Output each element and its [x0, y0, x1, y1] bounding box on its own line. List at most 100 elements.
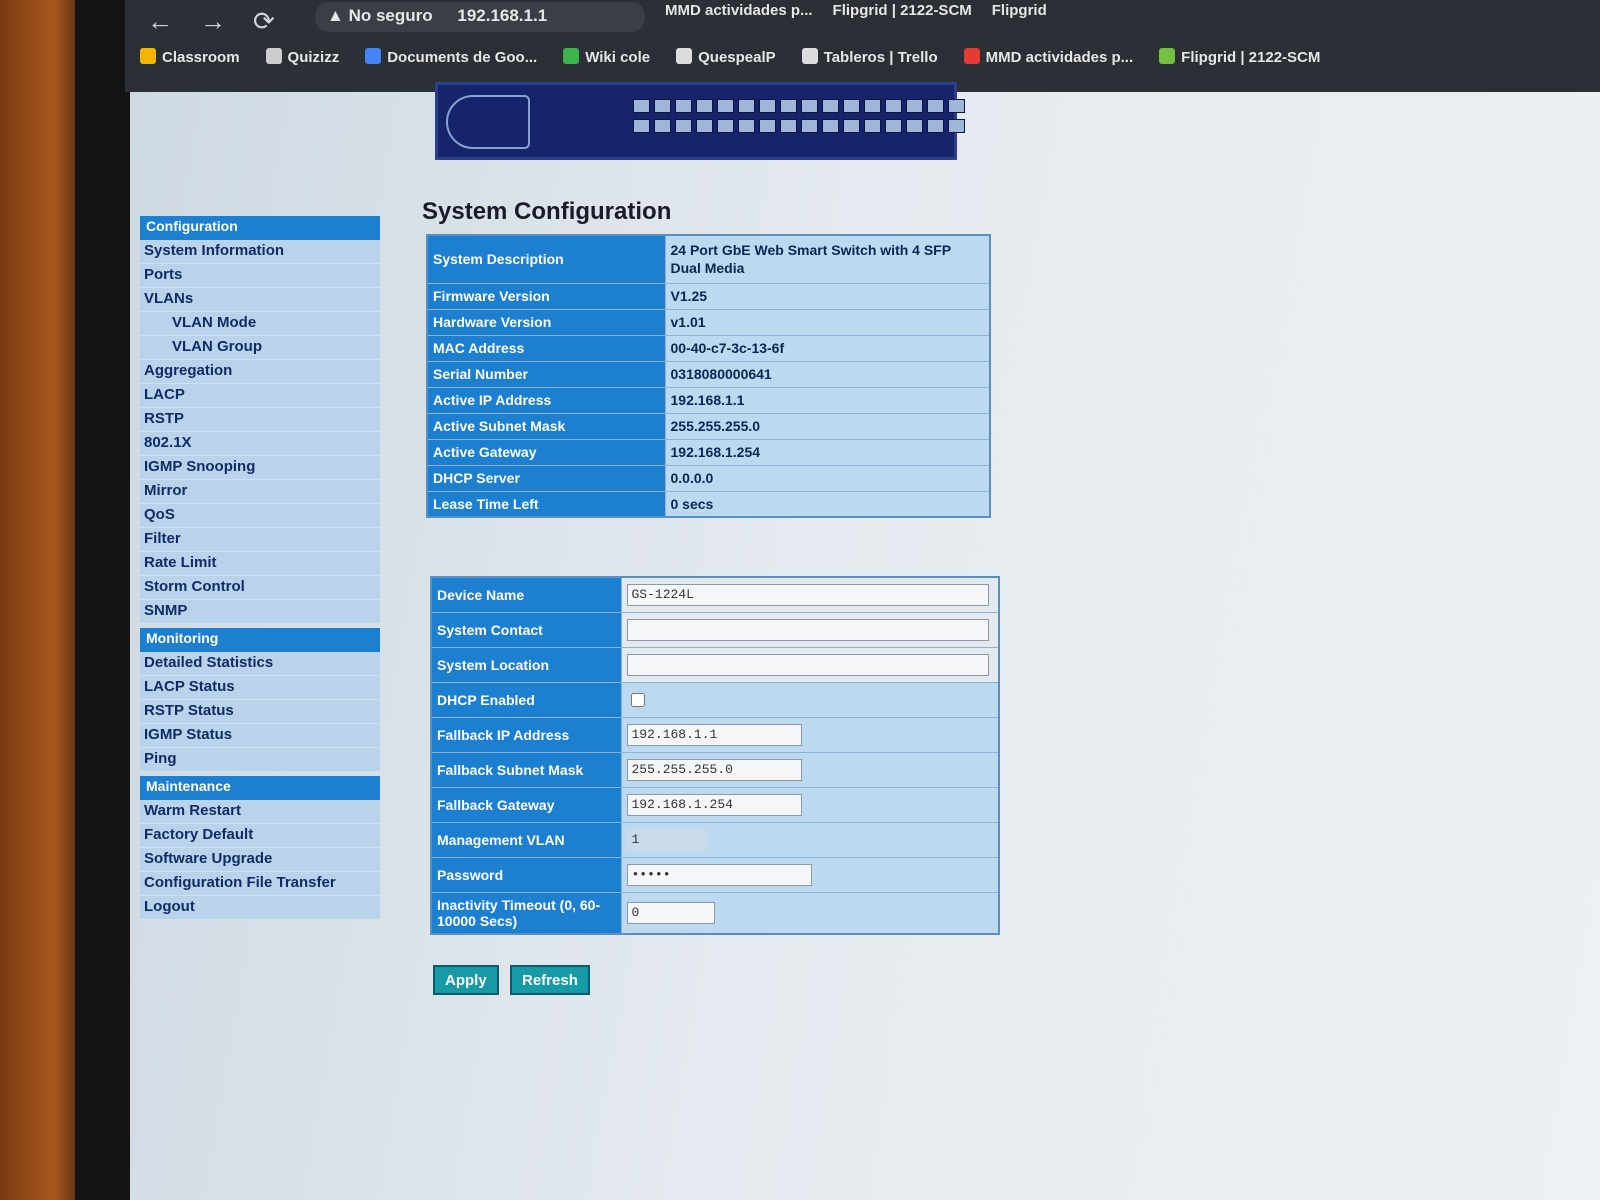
sidebar-item-ports[interactable]: Ports — [140, 264, 380, 288]
bookmark-label: Quizizz — [287, 49, 340, 66]
sidebar-item-logout[interactable]: Logout — [140, 896, 380, 920]
sidebar-item-lacp-status[interactable]: LACP Status — [140, 676, 380, 700]
sidebar-item-filter[interactable]: Filter — [140, 528, 380, 552]
dhcp-enabled-label: DHCP Enabled — [430, 681, 622, 718]
table-row: Inactivity Timeout (0, 60-10000 Secs) — [430, 891, 1000, 935]
bookmark-item[interactable]: QuespealP — [676, 48, 776, 78]
table-row: Fallback Gateway — [430, 786, 1000, 823]
system-contact-label: System Contact — [430, 611, 622, 648]
port-icon — [759, 119, 776, 133]
sidebar-item-igmp-status[interactable]: IGMP Status — [140, 724, 380, 748]
sidebar-item-system-information[interactable]: System Information — [140, 240, 380, 264]
info-label: Active IP Address — [426, 386, 666, 414]
sidebar-item-ping[interactable]: Ping — [140, 748, 380, 772]
port-graphic-bottom — [633, 119, 965, 133]
sidebar-item-vlan-mode[interactable]: VLAN Mode — [140, 312, 380, 336]
sidebar-item-igmp-snooping[interactable]: IGMP Snooping — [140, 456, 380, 480]
port-icon — [843, 119, 860, 133]
bookmark-label: Tableros | Trello — [823, 49, 938, 66]
table-row: Serial Number 0318080000641 — [426, 360, 991, 388]
port-icon — [675, 119, 692, 133]
dhcp-enabled-checkbox[interactable] — [630, 692, 645, 707]
sidebar-item-rate-limit[interactable]: Rate Limit — [140, 552, 380, 576]
password-input[interactable] — [626, 863, 812, 886]
sidebar-item-qos[interactable]: QoS — [140, 504, 380, 528]
sidebar-item-rstp[interactable]: RSTP — [140, 408, 380, 432]
system-location-input[interactable] — [626, 653, 989, 676]
apply-button[interactable]: Apply — [433, 965, 499, 995]
sidebar-item-configuration-file-transfer[interactable]: Configuration File Transfer — [140, 872, 380, 896]
sidebar-item-detailed-statistics[interactable]: Detailed Statistics — [140, 652, 380, 676]
sidebar-item-storm-control[interactable]: Storm Control — [140, 576, 380, 600]
browser-tab[interactable]: Flipgrid | 2122-SCM — [833, 2, 972, 34]
reload-icon[interactable]: ⟳ — [253, 6, 275, 37]
sidebar-item-software-upgrade[interactable]: Software Upgrade — [140, 848, 380, 872]
bookmark-label: QuespealP — [698, 49, 776, 66]
sidebar-item-snmp[interactable]: SNMP — [140, 600, 380, 624]
bookmark-item[interactable]: Wiki cole — [563, 48, 650, 78]
sidebar-item-lacp[interactable]: LACP — [140, 384, 380, 408]
brand-logo — [446, 95, 530, 149]
table-row: Active IP Address 192.168.1.1 — [426, 386, 991, 414]
management-vlan-label: Management VLAN — [430, 821, 622, 858]
bookmark-item[interactable]: Quizizz — [265, 48, 340, 78]
port-icon — [885, 99, 902, 113]
refresh-button[interactable]: Refresh — [510, 965, 590, 995]
sidebar-item-vlans[interactable]: VLANs — [140, 288, 380, 312]
system-location-label: System Location — [430, 646, 622, 683]
port-icon — [927, 99, 944, 113]
forward-icon[interactable]: → — [200, 6, 226, 37]
sidebar-item-vlan-group[interactable]: VLAN Group — [140, 336, 380, 360]
management-vlan-input[interactable] — [626, 828, 707, 851]
table-row: DHCP Enabled — [430, 681, 1000, 718]
port-icon — [780, 99, 797, 113]
browser-tab[interactable]: Flipgrid — [992, 2, 1047, 34]
port-icon — [717, 119, 734, 133]
browser-tab[interactable]: MMD actividades p... — [665, 2, 813, 34]
password-cell — [620, 856, 1000, 893]
fallback-ip-input[interactable] — [626, 723, 802, 746]
bookmark-item[interactable]: Documents de Goo... — [365, 48, 537, 78]
info-label: Hardware Version — [426, 308, 666, 336]
port-graphic-top — [633, 99, 965, 113]
bookmark-item[interactable]: Flipgrid | 2122-SCM — [1159, 48, 1320, 78]
system-contact-input[interactable] — [626, 618, 989, 641]
sidebar-item-802-1x[interactable]: 802.1X — [140, 432, 380, 456]
bookmark-item[interactable]: Classroom — [140, 48, 240, 78]
bookmark-icon — [563, 48, 580, 64]
sidebar-item-warm-restart[interactable]: Warm Restart — [140, 800, 380, 824]
inactivity-timeout-input[interactable] — [626, 901, 715, 924]
sidebar-section-monitoring: Monitoring — [140, 628, 380, 652]
system-location-cell — [620, 646, 1000, 683]
port-icon — [780, 119, 797, 133]
bookmark-item[interactable]: MMD actividades p... — [963, 48, 1133, 78]
port-icon — [948, 119, 965, 133]
bookmark-item[interactable]: Tableros | Trello — [801, 48, 938, 78]
sidebar-item-rstp-status[interactable]: RSTP Status — [140, 700, 380, 724]
sidebar-item-mirror[interactable]: Mirror — [140, 480, 380, 504]
port-icon — [801, 119, 818, 133]
back-icon[interactable]: ← — [147, 6, 173, 37]
fallback-mask-input[interactable] — [626, 758, 802, 781]
port-icon — [696, 119, 713, 133]
info-value: v1.01 — [664, 308, 991, 336]
sidebar-item-aggregation[interactable]: Aggregation — [140, 360, 380, 384]
switch-banner-image — [435, 82, 965, 160]
bookmark-icon — [365, 48, 382, 64]
info-label: System Description — [426, 234, 666, 284]
info-value: 192.168.1.254 — [664, 438, 991, 466]
address-bar[interactable]: ▲ No seguro 192.168.1.1 — [315, 2, 645, 32]
port-icon — [696, 99, 713, 113]
fallback-gateway-input[interactable] — [626, 793, 802, 816]
port-icon — [864, 99, 881, 113]
system-settings-form: Device Name System Contact System Locati… — [430, 576, 1000, 935]
bookmark-icon — [676, 48, 693, 64]
port-icon — [633, 119, 650, 133]
bookmark-icon — [963, 48, 980, 64]
fallback-gateway-label: Fallback Gateway — [430, 786, 622, 823]
device-name-input[interactable] — [626, 583, 989, 606]
info-value: 00-40-c7-3c-13-6f — [664, 334, 991, 362]
table-row: Firmware Version V1.25 — [426, 282, 991, 310]
port-icon — [633, 99, 650, 113]
sidebar-item-factory-default[interactable]: Factory Default — [140, 824, 380, 848]
